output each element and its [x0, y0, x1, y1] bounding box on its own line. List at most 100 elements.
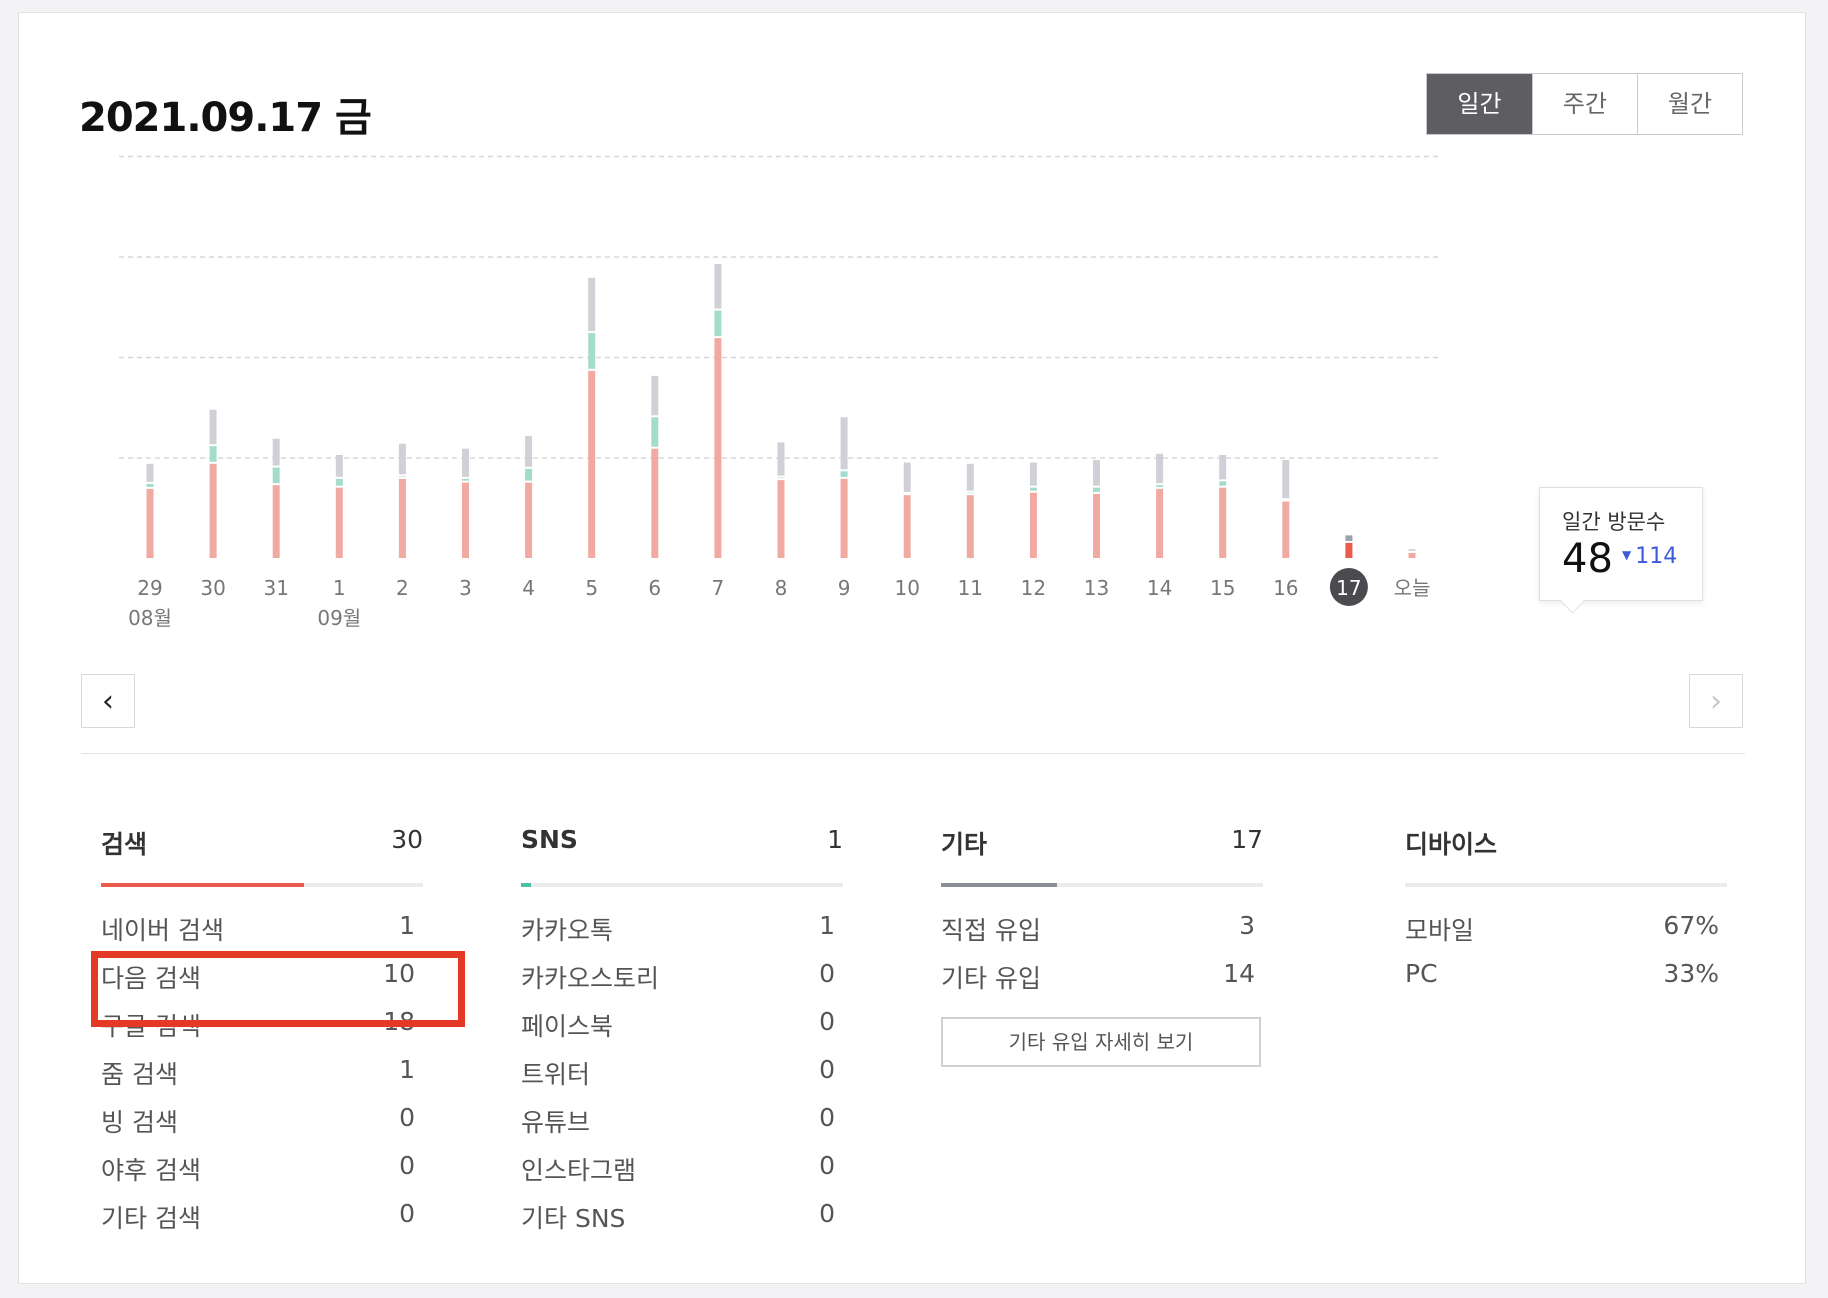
bar-sns-12	[1029, 487, 1037, 491]
chevron-right-icon: ›	[1710, 683, 1722, 719]
sns-header: SNS 1	[521, 825, 843, 861]
device-row-label: PC	[1405, 959, 1438, 988]
other-row-label: 기타 유입	[941, 964, 1041, 993]
bar-sns-11	[966, 492, 974, 494]
search-row-label: 야후 검색	[101, 1156, 201, 1185]
bar-search-1	[335, 487, 343, 558]
daily-visits-tooltip: 일간 방문수 48 ▼ 114	[1539, 487, 1703, 601]
x-tick-label: 12	[1021, 576, 1046, 600]
sns-row-label: 카카오톡	[521, 916, 614, 945]
x-tick-label: 16	[1273, 576, 1298, 600]
bar-other-29	[146, 463, 154, 482]
x-tick-label: 14	[1147, 576, 1172, 600]
sns-row: 카카오톡 1	[521, 901, 843, 949]
tooltip-value: 48	[1562, 536, 1613, 582]
bar-search-31	[272, 485, 280, 558]
search-row-label: 기타 검색	[101, 1204, 201, 1233]
bar-sns-14	[1156, 485, 1164, 487]
bar-search-4	[525, 482, 533, 558]
sns-row-label: 페이스북	[521, 1012, 614, 1041]
search-row: 야후 검색 0	[101, 1141, 423, 1189]
bar-search-14	[1156, 488, 1164, 558]
search-stats: 검색 30 네이버 검색 1 다음 검색 10 구글 검색 18 줌 검색 1 빙 검색 0 야후 …	[101, 825, 423, 1237]
other-total: 17	[1231, 825, 1263, 854]
search-list: 네이버 검색 1 다음 검색 10 구글 검색 18 줌 검색 1 빙 검색 0 야후 검색 0 기타 …	[101, 901, 423, 1237]
other-row: 기타 유입 14	[941, 949, 1263, 997]
device-stats: 디바이스 모바일 67% PC 33%	[1405, 825, 1727, 997]
sns-row-value: 1	[819, 911, 835, 940]
sns-row-label: 카카오스토리	[521, 964, 660, 993]
bar-other-2	[398, 443, 406, 475]
sns-row: 기타 SNS 0	[521, 1189, 843, 1237]
x-tick-label: 13	[1084, 576, 1109, 600]
sns-row: 카카오스토리 0	[521, 949, 843, 997]
search-row-label: 빙 검색	[101, 1108, 178, 1137]
bar-sns-4	[525, 468, 533, 481]
sns-row-label: 유튜브	[521, 1108, 591, 1137]
search-title: 검색	[101, 830, 148, 859]
divider	[81, 753, 1745, 754]
search-row-value: 1	[399, 911, 415, 940]
chevron-left-icon: ‹	[102, 683, 114, 719]
bar-other-13	[1093, 460, 1100, 486]
sns-row: 유튜브 0	[521, 1093, 843, 1141]
x-tick-label: 11	[958, 576, 983, 600]
tooltip-label: 일간 방문수	[1562, 510, 1666, 534]
device-title: 디바이스	[1405, 830, 1498, 859]
bar-sns-13	[1093, 487, 1100, 492]
other-detail-button[interactable]: 기타 유입 자세히 보기	[941, 1017, 1261, 1067]
search-row-value: 10	[383, 959, 415, 988]
device-row: 모바일 67%	[1405, 901, 1727, 949]
bar-other-15	[1219, 454, 1227, 480]
stats-card: 2021.09.17 금 일간 주간 월간 29 30 31 1 2 3 4 5 6 7 8 9 10 1…	[18, 12, 1806, 1284]
bar-sns-7	[714, 310, 722, 337]
x-tick-label: 5	[585, 576, 598, 600]
other-row-label: 직접 유입	[941, 916, 1041, 945]
x-tick-label: 2	[396, 576, 409, 600]
bar-sns-6	[651, 417, 659, 447]
bar-other-6	[651, 375, 659, 416]
other-header: 기타 17	[941, 825, 1263, 861]
bar-other-9	[840, 417, 848, 470]
search-row: 빙 검색 0	[101, 1093, 423, 1141]
bar-search-10	[903, 495, 911, 558]
device-row: PC 33%	[1405, 949, 1727, 997]
sns-row-value: 0	[819, 1007, 835, 1036]
device-row-value: 67%	[1663, 911, 1719, 940]
x-tick-label: 17	[1336, 576, 1361, 600]
sns-row: 페이스북 0	[521, 997, 843, 1045]
bar-search-오늘	[1408, 552, 1416, 558]
bar-sns-1	[335, 478, 343, 486]
sns-bar	[521, 883, 843, 887]
triangle-down-icon: ▼	[1622, 548, 1632, 562]
search-header: 검색 30	[101, 825, 423, 861]
search-bar-fill	[101, 883, 304, 887]
other-list: 직접 유입 3 기타 유입 14	[941, 901, 1263, 997]
bar-other-17	[1345, 535, 1353, 541]
bar-search-5	[588, 370, 596, 558]
search-row-value: 1	[399, 1055, 415, 1084]
other-bar	[941, 883, 1263, 887]
bar-other-11	[966, 463, 974, 491]
x-tick-label: 30	[200, 576, 225, 600]
bar-search-16	[1282, 501, 1290, 558]
device-row-value: 33%	[1663, 959, 1719, 988]
sns-row-value: 0	[819, 959, 835, 988]
sns-row-value: 0	[819, 1103, 835, 1132]
bar-other-16	[1282, 460, 1290, 499]
x-tick-label: 1	[333, 576, 346, 600]
sns-list: 카카오톡 1 카카오스토리 0 페이스북 0 트위터 0 유튜브 0 인스타그램 0 기타 SNS 0	[521, 901, 843, 1237]
bar-search-13	[1093, 493, 1100, 558]
bar-search-15	[1219, 487, 1227, 558]
search-row-label: 줌 검색	[101, 1060, 178, 1089]
bar-sns-31	[272, 467, 280, 484]
x-tick-label: 29	[137, 576, 162, 600]
x-tick-label: 31	[263, 576, 288, 600]
bar-other-4	[525, 436, 533, 467]
bar-other-5	[588, 277, 596, 332]
chart-next-button[interactable]: ›	[1689, 674, 1743, 728]
chart-prev-button[interactable]: ‹	[81, 674, 135, 728]
bar-other-30	[209, 409, 217, 445]
bar-other-7	[714, 264, 722, 309]
search-row-value: 0	[399, 1199, 415, 1228]
